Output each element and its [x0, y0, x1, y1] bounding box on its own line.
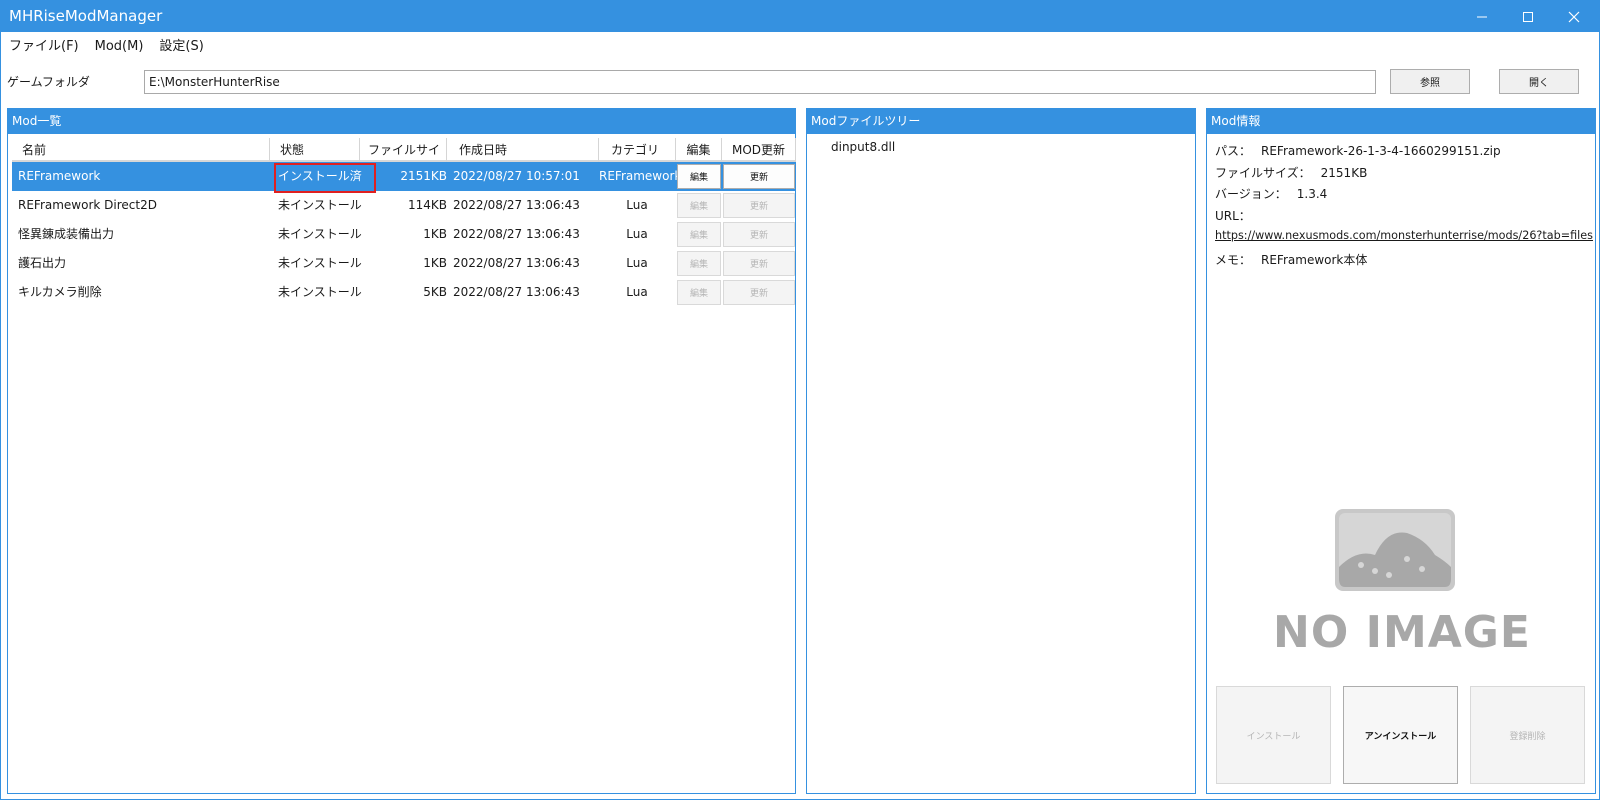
minimize-button[interactable] — [1459, 1, 1505, 32]
minimize-icon — [1477, 16, 1487, 17]
close-button[interactable] — [1551, 1, 1597, 32]
column-edit[interactable]: 編集 — [676, 138, 722, 162]
column-category[interactable]: カテゴリ — [599, 138, 676, 162]
state-highlight-box — [274, 163, 376, 193]
memo-value: REFramework本体 — [1261, 253, 1368, 267]
maximize-button[interactable] — [1505, 1, 1551, 32]
cell-category: Lua — [626, 198, 648, 212]
mod-list-header: 名前 状態 ファイルサイズ 作成日時 カテゴリ 編集 MOD更新 — [12, 138, 796, 181]
table-row[interactable]: REFramework インストール済 2151KB 2022/08/27 10… — [12, 162, 796, 193]
edit-button[interactable]: 編集 — [677, 164, 721, 189]
table-row[interactable]: 怪異錬成装備出力 未インストール 1KB 2022/08/27 13:06:43… — [12, 220, 796, 249]
cell-name: 護石出力 — [18, 256, 67, 270]
install-button[interactable]: インストール — [1216, 686, 1331, 784]
update-button[interactable]: 更新 — [723, 193, 795, 218]
cell-state: 未インストール — [278, 227, 362, 241]
cell-size: 1KB — [423, 256, 447, 270]
edit-button[interactable]: 編集 — [677, 280, 721, 305]
file-tree-panel: Modファイルツリー dinput8.dll — [806, 108, 1196, 794]
update-button[interactable]: 更新 — [723, 280, 795, 305]
file-tree-title: Modファイルツリー — [807, 109, 1195, 134]
column-state[interactable]: 状態 — [270, 138, 360, 162]
game-folder-label: ゲームフォルダ — [7, 75, 90, 89]
mod-list-grid: 名前 状態 ファイルサイズ 作成日時 カテゴリ 編集 MOD更新 REFrame… — [12, 138, 796, 307]
cell-name: 怪異錬成装備出力 — [18, 227, 115, 241]
mod-list-title: Mod一覧 — [8, 109, 795, 134]
cell-name: REFramework — [18, 169, 101, 183]
delete-registration-button[interactable]: 登録削除 — [1470, 686, 1585, 784]
cell-state: 未インストール — [278, 285, 362, 299]
cell-state: 未インストール — [278, 198, 362, 212]
window-title: MHRiseModManager — [9, 7, 163, 25]
app-window: MHRiseModManager ファイル(F) Mod(M) 設定(S) ゲー… — [0, 0, 1600, 800]
game-folder-input[interactable]: E:\MonsterHunterRise — [144, 70, 1376, 94]
cell-created: 2022/08/27 13:06:43 — [453, 198, 580, 212]
menu-settings[interactable]: 設定(S) — [151, 34, 211, 60]
info-size: ファイルサイズ： 2151KB — [1215, 164, 1367, 181]
update-button[interactable]: 更新 — [723, 164, 795, 189]
cell-name: キルカメラ削除 — [18, 285, 102, 299]
cell-category: REFramework — [599, 169, 682, 183]
column-created[interactable]: 作成日時 — [447, 138, 599, 162]
no-image-text: NO IMAGE — [1273, 607, 1531, 658]
path-value: REFramework-26-1-3-4-1660299151.zip — [1261, 144, 1501, 158]
table-row[interactable]: 護石出力 未インストール 1KB 2022/08/27 13:06:43 Lua… — [12, 249, 796, 278]
cell-created: 2022/08/27 13:06:43 — [453, 285, 580, 299]
uninstall-button[interactable]: アンインストール — [1343, 686, 1458, 784]
edit-button[interactable]: 編集 — [677, 222, 721, 247]
tree-item[interactable]: dinput8.dll — [831, 140, 895, 154]
browse-button[interactable]: 参照 — [1390, 69, 1470, 94]
column-mod-update[interactable]: MOD更新 — [722, 138, 796, 162]
column-size[interactable]: ファイルサイズ — [360, 138, 447, 181]
path-label: パス： — [1215, 144, 1252, 158]
version-value: 1.3.4 — [1296, 187, 1328, 201]
edit-button[interactable]: 編集 — [677, 193, 721, 218]
edit-button[interactable]: 編集 — [677, 251, 721, 276]
version-label: バージョン： — [1215, 187, 1287, 201]
menu-bar: ファイル(F) Mod(M) 設定(S) — [1, 34, 212, 60]
info-version: バージョン： 1.3.4 — [1215, 185, 1327, 202]
table-row[interactable]: キルカメラ削除 未インストール 5KB 2022/08/27 13:06:43 … — [12, 278, 796, 307]
info-path: パス： REFramework-26-1-3-4-1660299151.zip — [1215, 142, 1501, 159]
cell-category: Lua — [626, 285, 648, 299]
cell-category: Lua — [626, 227, 648, 241]
cell-name: REFramework Direct2D — [18, 198, 157, 212]
no-image-placeholder: NO IMAGE — [1257, 509, 1547, 669]
update-button[interactable]: 更新 — [723, 222, 795, 247]
maximize-icon — [1523, 11, 1533, 22]
info-memo: メモ： REFramework本体 — [1215, 251, 1367, 268]
column-name[interactable]: 名前 — [12, 138, 270, 162]
cell-created: 2022/08/27 13:06:43 — [453, 227, 580, 241]
table-row[interactable]: REFramework Direct2D 未インストール 114KB 2022/… — [12, 191, 796, 220]
cell-size: 114KB — [407, 198, 447, 212]
mod-info-panel: Mod情報 パス： REFramework-26-1-3-4-1660299151… — [1206, 108, 1596, 794]
close-icon — [1568, 11, 1580, 22]
menu-file[interactable]: ファイル(F) — [1, 34, 87, 60]
cell-size: 1KB — [423, 227, 447, 241]
open-button[interactable]: 開く — [1499, 69, 1579, 94]
cell-created: 2022/08/27 13:06:43 — [453, 256, 580, 270]
cell-size: 5KB — [423, 285, 447, 299]
url-label: URL： — [1215, 209, 1251, 223]
size-label: ファイルサイズ： — [1215, 166, 1311, 180]
title-bar[interactable]: MHRiseModManager — [1, 1, 1599, 32]
mod-info-title: Mod情報 — [1207, 109, 1595, 134]
cell-category: Lua — [626, 256, 648, 270]
menu-mod[interactable]: Mod(M) — [87, 34, 152, 60]
cell-state: 未インストール — [278, 256, 362, 270]
url-link[interactable]: https://www.nexusmods.com/monsterhunterr… — [1215, 229, 1593, 242]
update-button[interactable]: 更新 — [723, 251, 795, 276]
memo-label: メモ： — [1215, 253, 1252, 267]
mod-list-panel: Mod一覧 名前 状態 ファイルサイズ 作成日時 カテゴリ 編集 MOD更新 R… — [7, 108, 796, 794]
size-value: 2151KB — [1320, 166, 1368, 180]
cell-created: 2022/08/27 10:57:01 — [453, 169, 580, 183]
